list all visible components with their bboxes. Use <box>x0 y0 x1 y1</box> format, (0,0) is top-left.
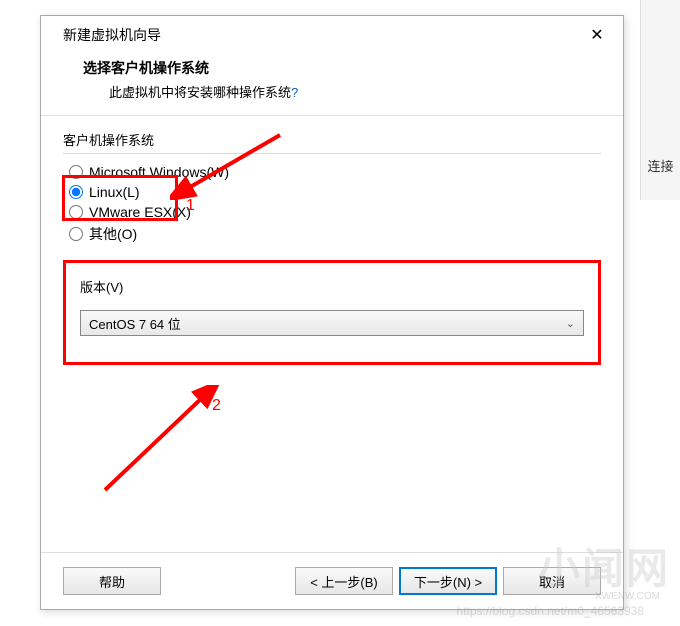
header-subtitle-text: 此虚拟机中将安装哪种操作系统 <box>109 85 291 100</box>
version-label: 版本(V) <box>80 277 584 296</box>
os-option-other[interactable]: 其他(O) <box>69 222 601 246</box>
os-radio-linux[interactable] <box>69 185 83 199</box>
os-radio-list: Microsoft Windows(W) Linux(L) VMware ESX… <box>63 162 601 246</box>
header-subtitle-q: ? <box>291 85 298 100</box>
os-label-other: 其他(O) <box>89 224 137 244</box>
os-option-windows[interactable]: Microsoft Windows(W) <box>69 162 601 182</box>
os-label-windows: Microsoft Windows(W) <box>89 164 229 180</box>
close-icon: ✕ <box>590 25 603 45</box>
os-radio-esx[interactable] <box>69 205 83 219</box>
back-button[interactable]: < 上一步(B) <box>295 567 393 595</box>
os-label-linux: Linux(L) <box>89 184 140 200</box>
os-radio-other[interactable] <box>69 227 83 241</box>
version-group: 版本(V) CentOS 7 64 位 ⌄ <box>63 260 601 365</box>
cancel-button[interactable]: 取消 <box>503 567 601 595</box>
titlebar: 新建虚拟机向导 ✕ <box>41 16 623 52</box>
cancel-button-label: 取消 <box>539 572 565 591</box>
os-option-esx[interactable]: VMware ESX(X) <box>69 202 601 222</box>
os-radio-windows[interactable] <box>69 165 83 179</box>
header-title: 选择客户机操作系统 <box>83 58 601 78</box>
os-group-line <box>63 153 601 154</box>
wizard-dialog: 新建虚拟机向导 ✕ 选择客户机操作系统 此虚拟机中将安装哪种操作系统? 客户机操… <box>40 15 624 610</box>
os-group-label: 客户机操作系统 <box>63 130 601 149</box>
version-dropdown[interactable]: CentOS 7 64 位 ⌄ <box>80 310 584 336</box>
footer: 帮助 < 上一步(B) 下一步(N) > 取消 <box>41 552 623 609</box>
next-button-label: 下一步(N) > <box>414 572 482 591</box>
os-label-esx: VMware ESX(X) <box>89 204 191 220</box>
back-button-label: < 上一步(B) <box>310 572 378 591</box>
help-button-label: 帮助 <box>99 572 125 591</box>
version-selected: CentOS 7 64 位 <box>89 314 181 333</box>
close-button[interactable]: ✕ <box>583 24 611 46</box>
side-connect-label: 连接 <box>647 156 673 175</box>
next-button[interactable]: 下一步(N) > <box>399 567 497 595</box>
os-option-linux[interactable]: Linux(L) <box>69 182 601 202</box>
wizard-header: 选择客户机操作系统 此虚拟机中将安装哪种操作系统? <box>41 52 623 115</box>
content-area: 客户机操作系统 Microsoft Windows(W) Linux(L) VM… <box>41 116 623 552</box>
window-title: 新建虚拟机向导 <box>63 25 161 45</box>
side-panel: 连接 <box>640 0 680 200</box>
header-subtitle: 此虚拟机中将安装哪种操作系统? <box>83 78 601 101</box>
help-button[interactable]: 帮助 <box>63 567 161 595</box>
chevron-down-icon: ⌄ <box>566 317 575 330</box>
